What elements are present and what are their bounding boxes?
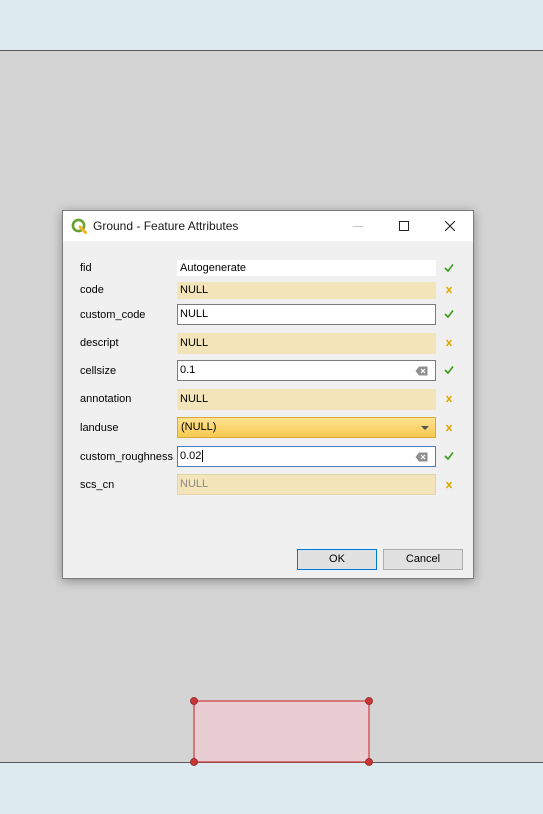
field-label-code: code <box>80 284 104 296</box>
clear-text-icon[interactable] <box>415 366 428 376</box>
checkmark-icon <box>444 264 454 273</box>
chevron-down-icon <box>421 426 429 430</box>
checkmark-icon <box>444 310 454 319</box>
vertex-marker[interactable] <box>365 758 373 766</box>
cellsize-input[interactable]: 0.1 <box>177 360 436 381</box>
close-button[interactable] <box>427 211 473 241</box>
code-field[interactable]: NULL <box>177 282 436 299</box>
cross-mark-icon <box>445 286 453 294</box>
vertex-marker[interactable] <box>365 697 373 705</box>
cross-mark-icon <box>445 395 453 403</box>
maximize-button[interactable] <box>381 211 427 241</box>
ok-button[interactable]: OK <box>297 549 377 570</box>
dialog-title: Ground - Feature Attributes <box>93 219 239 233</box>
close-icon <box>445 221 455 231</box>
cross-mark-icon <box>445 424 453 432</box>
scs-cn-field: NULL <box>177 474 436 495</box>
landuse-dropdown[interactable]: (NULL) <box>177 417 436 438</box>
field-label-scs-cn: scs_cn <box>80 479 115 491</box>
vertex-marker[interactable] <box>190 758 198 766</box>
clear-text-icon[interactable] <box>415 452 428 462</box>
custom-roughness-input[interactable]: 0.02 <box>177 446 436 467</box>
cancel-button[interactable]: Cancel <box>383 549 463 570</box>
field-label-fid: fid <box>80 262 92 274</box>
fid-field: Autogenerate <box>177 260 436 276</box>
text-caret <box>202 450 204 463</box>
field-label-custom-code: custom_code <box>80 309 146 321</box>
custom-code-value: NULL <box>180 308 209 320</box>
cross-mark-icon <box>445 339 453 347</box>
maximize-icon <box>399 221 409 231</box>
vertex-marker[interactable] <box>190 697 198 705</box>
descript-value: NULL <box>180 337 209 349</box>
custom-roughness-value: 0.02 <box>180 450 202 462</box>
qgis-logo-icon <box>71 218 87 234</box>
minimize-icon <box>353 226 363 227</box>
checkmark-icon <box>444 366 454 375</box>
minimize-button[interactable] <box>335 211 381 241</box>
field-label-annotation: annotation <box>80 393 132 405</box>
field-label-cellsize: cellsize <box>80 365 117 377</box>
landuse-selected-value: (NULL) <box>181 421 217 433</box>
annotation-field[interactable]: NULL <box>177 389 436 410</box>
fid-value: Autogenerate <box>180 262 247 274</box>
custom-code-input[interactable]: NULL <box>177 304 436 325</box>
descript-field[interactable]: NULL <box>177 333 436 354</box>
cross-mark-icon <box>445 481 453 489</box>
field-label-descript: descript <box>80 337 119 349</box>
field-label-custom-roughness: custom_roughness <box>80 451 173 463</box>
annotation-value: NULL <box>180 393 209 405</box>
code-value: NULL <box>180 284 209 296</box>
cellsize-value: 0.1 <box>180 364 196 376</box>
feature-polygon-shape[interactable] <box>193 700 370 763</box>
scs-cn-value: NULL <box>180 478 209 490</box>
checkmark-icon <box>444 452 454 461</box>
field-label-landuse: landuse <box>80 422 119 434</box>
dialog-titlebar[interactable]: Ground - Feature Attributes <box>63 211 473 241</box>
feature-attributes-dialog: Ground - Feature Attributes fid Autogene… <box>62 210 474 579</box>
